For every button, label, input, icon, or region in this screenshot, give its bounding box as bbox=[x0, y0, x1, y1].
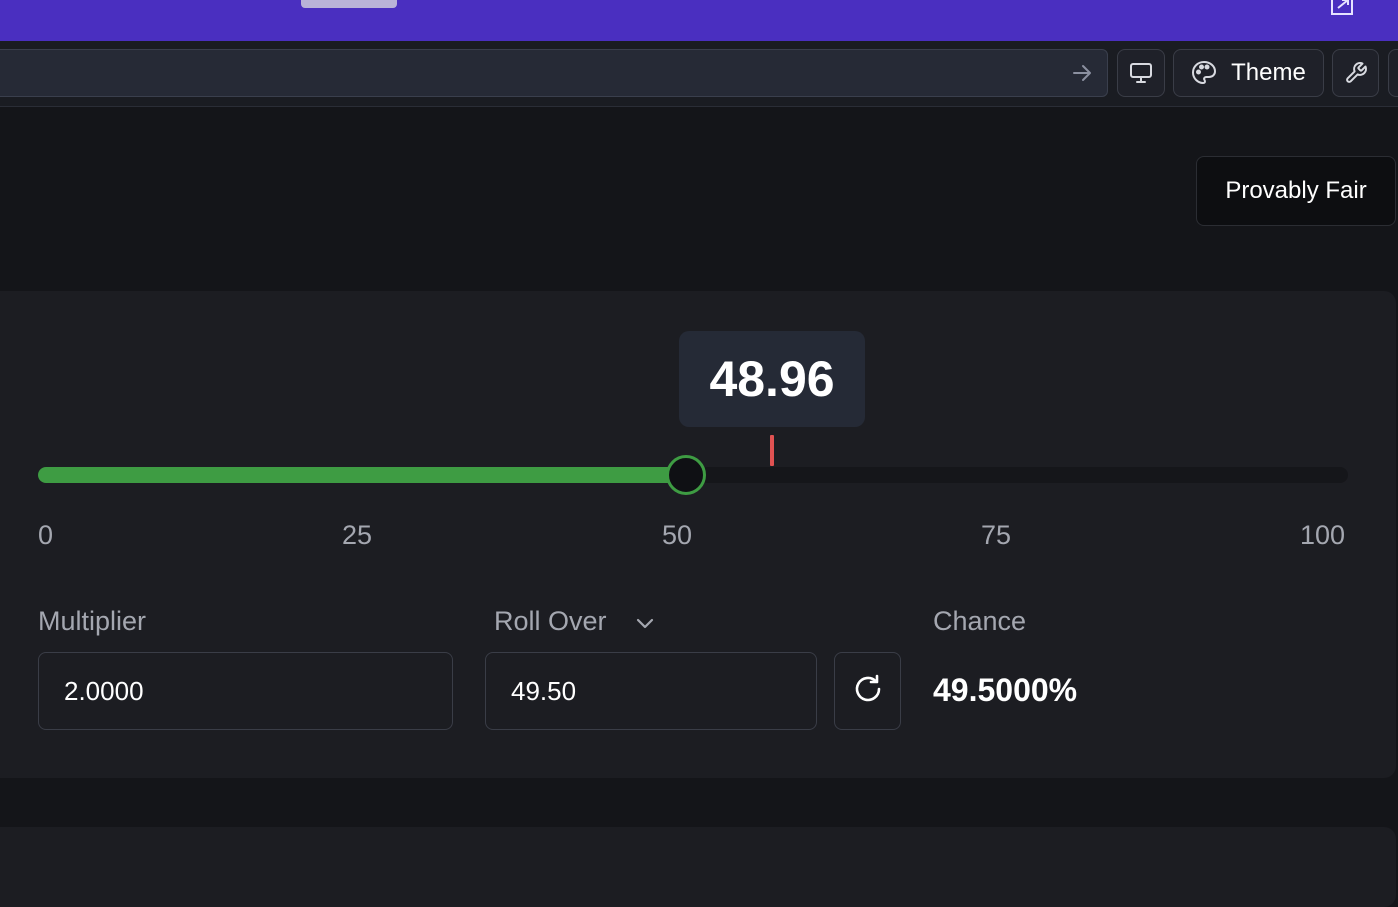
top-bar bbox=[0, 0, 1398, 41]
tick-label: 100 bbox=[1300, 520, 1346, 550]
wrench-icon bbox=[1344, 61, 1368, 85]
provably-fair-button[interactable]: Provably Fair bbox=[1196, 156, 1396, 226]
tick-label: 25 bbox=[342, 520, 373, 550]
multiplier-label: Multiplier bbox=[38, 606, 147, 636]
refresh-icon bbox=[852, 673, 884, 710]
palette-icon bbox=[1191, 60, 1217, 86]
roll-result-marker bbox=[770, 435, 774, 466]
theme-button[interactable]: Theme bbox=[1173, 49, 1324, 97]
desktop-view-button[interactable] bbox=[1117, 49, 1165, 97]
more-button[interactable] bbox=[1388, 49, 1398, 97]
roll-over-input[interactable]: 49.50 bbox=[485, 652, 817, 730]
url-bar[interactable] bbox=[0, 49, 1108, 97]
swap-direction-button[interactable] bbox=[834, 652, 901, 730]
tick-label: 0 bbox=[38, 520, 54, 550]
nav-bar: Theme bbox=[0, 41, 1398, 107]
chance-value: 49.5000% bbox=[933, 672, 1078, 708]
roll-over-label[interactable]: Roll Over bbox=[494, 606, 607, 637]
monitor-icon bbox=[1129, 62, 1153, 84]
tick-label: 75 bbox=[981, 520, 1012, 550]
roll-result-bubble: 48.96 bbox=[679, 331, 865, 427]
slider-track[interactable] bbox=[38, 455, 1348, 495]
arrow-right-icon[interactable] bbox=[1071, 62, 1093, 84]
slider-fill bbox=[38, 467, 687, 483]
theme-label: Theme bbox=[1231, 59, 1306, 86]
chance-label: Chance bbox=[933, 606, 1027, 636]
tools-button[interactable] bbox=[1332, 49, 1379, 97]
popout-icon[interactable] bbox=[1328, 0, 1358, 18]
chevron-down-icon[interactable] bbox=[634, 612, 656, 634]
bet-panel bbox=[0, 827, 1396, 907]
tick-label: 50 bbox=[662, 520, 693, 550]
multiplier-input[interactable]: 2.0000 bbox=[38, 652, 453, 730]
drag-handle[interactable] bbox=[301, 0, 397, 8]
